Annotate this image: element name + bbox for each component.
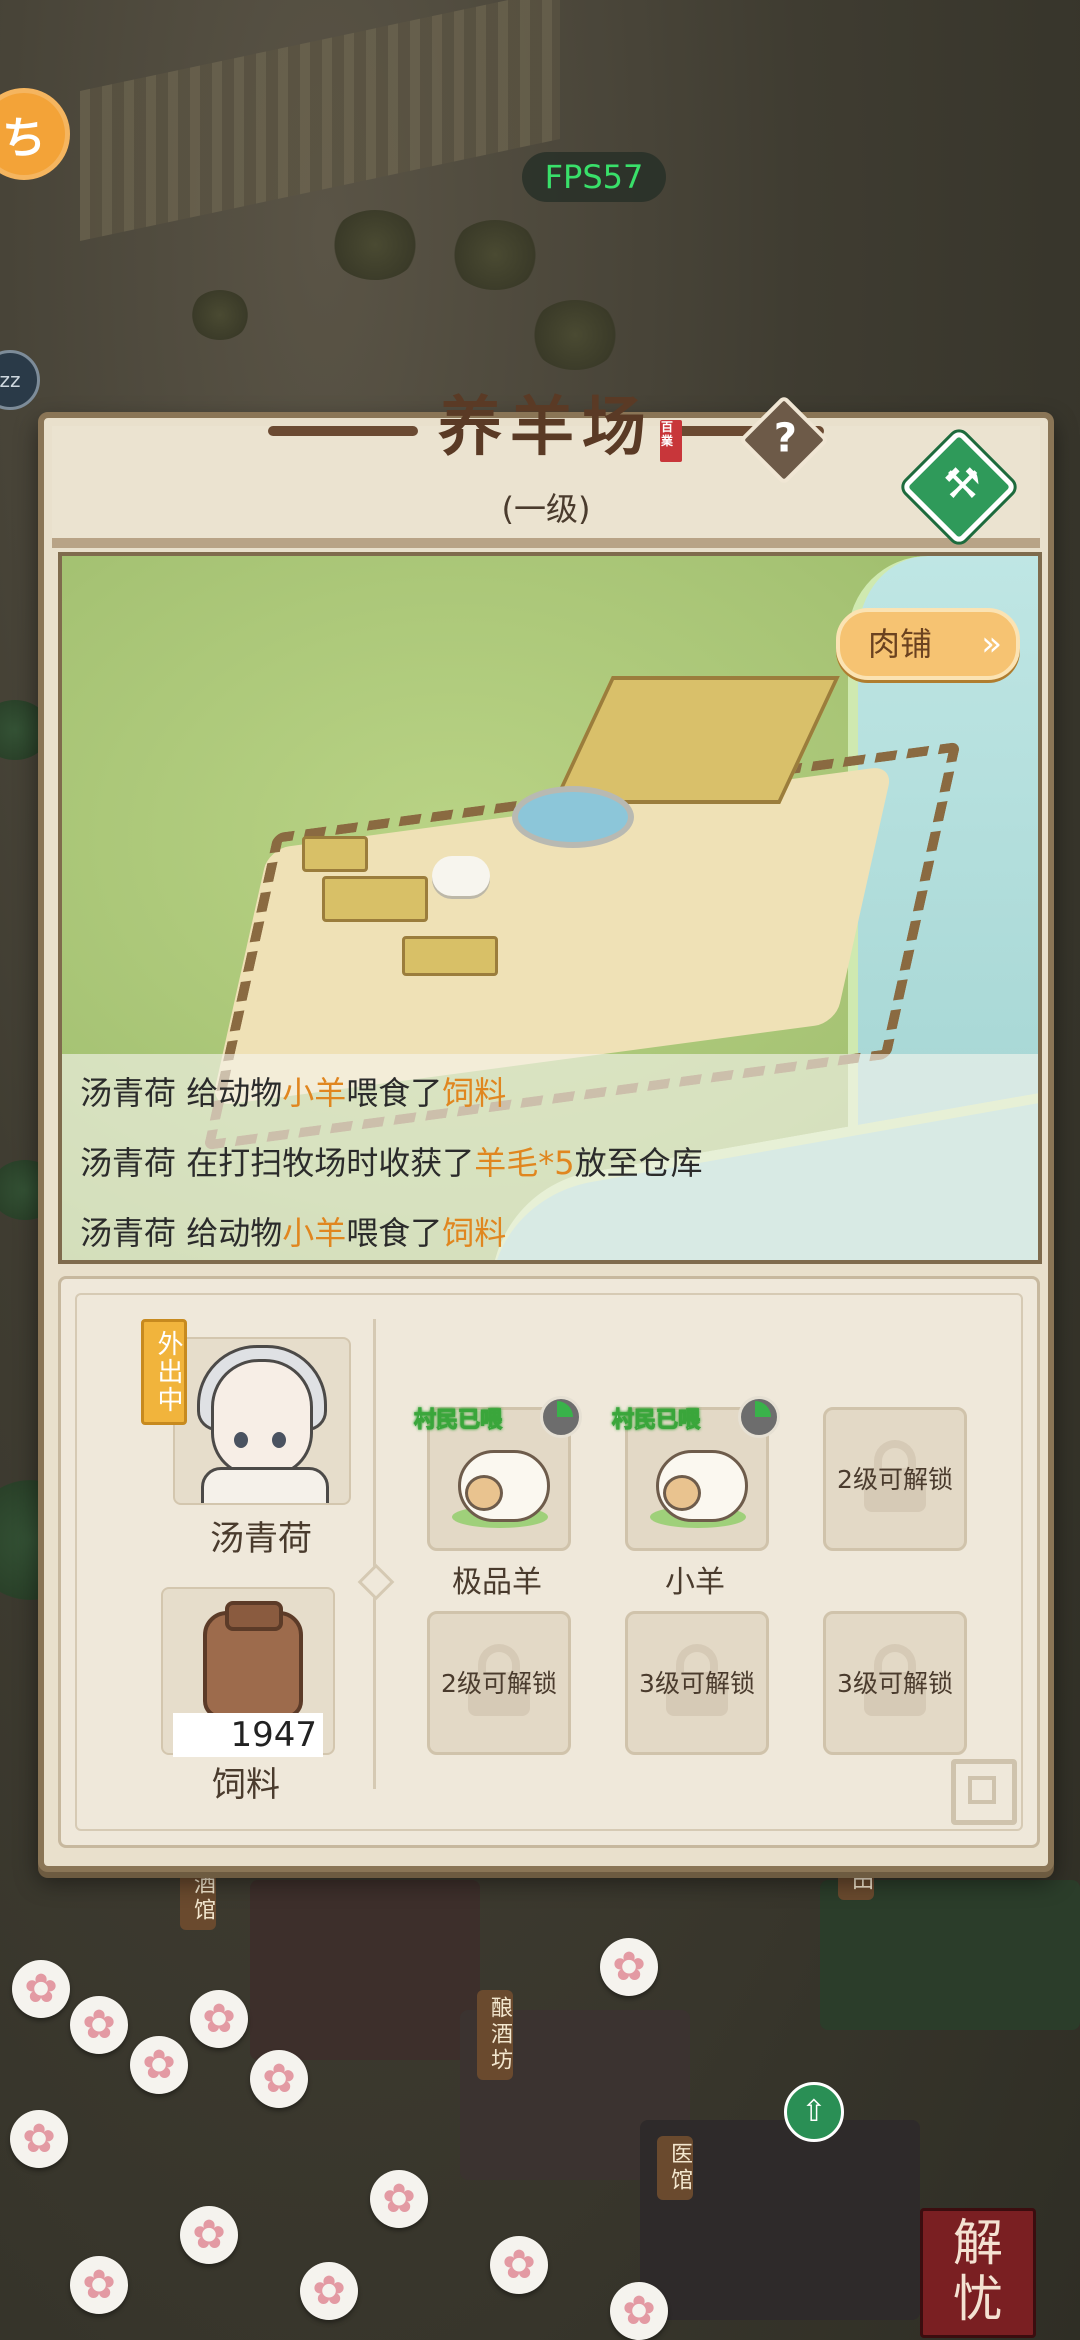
hay-bale: [302, 836, 368, 872]
feed-label: 饲料: [212, 1765, 280, 1805]
hay-bale: [402, 936, 498, 976]
flower-harvest-bubble[interactable]: [370, 2170, 428, 2228]
sheep-sprite[interactable]: [432, 856, 490, 896]
farm-scene: 肉铺 » 汤青荷 给动物小羊喂食了饲料 汤青荷 在打扫牧场时收获了羊毛*5放至仓…: [58, 552, 1042, 1264]
flower-harvest-bubble[interactable]: [250, 2050, 308, 2108]
fed-by-villager-tag: 村民已喂: [413, 1408, 503, 1434]
corner-ornament: [951, 1759, 1017, 1825]
flower-harvest-bubble[interactable]: [180, 2206, 238, 2264]
animal-slot-premium-sheep[interactable]: 村民已喂: [413, 1396, 582, 1551]
flower-harvest-bubble[interactable]: [10, 2110, 68, 2168]
premium-sheep-icon: [458, 1450, 550, 1522]
flower-harvest-bubble[interactable]: [70, 1996, 128, 2054]
double-chevron-icon: »: [981, 624, 1002, 664]
farm-management-section: 外出中 汤青荷 1947 饲料 村民已喂 极品羊 村民已喂 小羊 2级可解锁 2…: [58, 1276, 1040, 1848]
activity-log: 汤青荷 给动物小羊喂食了饲料 汤青荷 在打扫牧场时收获了羊毛*5放至仓库 汤青荷…: [62, 1054, 1038, 1260]
title-stamp: 百業: [660, 420, 682, 462]
flower-harvest-bubble[interactable]: [610, 2282, 668, 2340]
panel-header: 养羊场 百業 (一级) ? ⚒: [52, 390, 1040, 548]
tree: [450, 220, 540, 290]
animal-label: 小羊: [665, 1565, 725, 1600]
food-bubble[interactable]: [600, 1938, 658, 1996]
title-ornament: [268, 426, 418, 436]
hay-bale: [322, 876, 428, 922]
keeper-avatar[interactable]: [173, 1337, 351, 1505]
locked-slot[interactable]: 2级可解锁: [427, 1611, 571, 1755]
wooden-fence: [80, 0, 560, 242]
keeper-status-badge: 外出中: [141, 1319, 187, 1425]
panel-title: 养羊场 百業: [268, 376, 824, 468]
lamb-icon: [656, 1450, 748, 1522]
fps-counter: FPS57: [522, 152, 666, 202]
jieyou-char-2: 忧: [953, 2270, 1003, 2328]
sheep-farm-panel: 养羊场 百業 (一级) ? ⚒ 肉铺 » 汤青荷 给动物小羊喂食了饲料 汤青荷 …: [38, 390, 1054, 1872]
butcher-shop-label: 肉铺: [868, 625, 933, 663]
unlock-requirement: 3级可解锁: [639, 1669, 755, 1698]
fed-by-villager-tag: 村民已喂: [611, 1408, 701, 1434]
log-entry: 汤青荷 给动物小羊喂食了饲料: [80, 1214, 507, 1252]
flower-harvest-bubble[interactable]: [190, 1990, 248, 2048]
log-entry: 汤青荷 给动物小羊喂食了饲料: [80, 1074, 507, 1112]
flower-harvest-bubble[interactable]: [490, 2236, 548, 2294]
animal-label: 极品羊: [452, 1565, 542, 1600]
feed-bag-icon: [203, 1601, 303, 1719]
log-entry: 汤青荷 在打扫牧场时收获了羊毛*5放至仓库: [80, 1144, 703, 1182]
flower-harvest-bubble[interactable]: [12, 1960, 70, 2018]
crop-field[interactable]: [820, 1880, 1080, 2030]
tree: [530, 300, 620, 370]
level-label: (一级): [501, 490, 591, 528]
upgrade-arrow-icon[interactable]: ⇧: [784, 2082, 844, 2142]
flower-harvest-bubble[interactable]: [70, 2256, 128, 2314]
locked-slot[interactable]: 3级可解锁: [823, 1611, 967, 1755]
jieyou-char-1: 解: [953, 2214, 1003, 2272]
tavern-building[interactable]: [250, 1880, 480, 2060]
unlock-requirement: 2级可解锁: [837, 1465, 953, 1494]
water-trough: [512, 786, 634, 848]
tavern-sign[interactable]: 酒馆: [180, 1866, 216, 1930]
clinic-sign[interactable]: 医馆: [657, 2136, 693, 2200]
feed-item[interactable]: 1947: [161, 1587, 335, 1757]
tree: [330, 210, 420, 280]
hammer-icon: ⚒: [943, 459, 981, 509]
brewery-sign[interactable]: 酿酒坊: [477, 1990, 513, 2080]
butcher-shop-button[interactable]: 肉铺 »: [836, 608, 1020, 680]
flower-harvest-bubble[interactable]: [300, 2262, 358, 2320]
flower-harvest-bubble[interactable]: [130, 2036, 188, 2094]
feed-count: 1947: [173, 1713, 323, 1757]
question-icon: ?: [773, 415, 798, 462]
timer-icon: [540, 1396, 582, 1438]
tree: [190, 290, 250, 340]
unlock-requirement: 3级可解锁: [837, 1669, 953, 1698]
keeper-name: 汤青荷: [210, 1519, 312, 1559]
timer-icon: [738, 1396, 780, 1438]
locked-slot[interactable]: 3级可解锁: [625, 1611, 769, 1755]
panel-title-text: 养羊场: [438, 390, 654, 465]
animal-slot-lamb[interactable]: 村民已喂: [611, 1396, 780, 1551]
jieyou-button[interactable]: 解 忧: [920, 2208, 1036, 2338]
unlock-requirement: 2级可解锁: [441, 1669, 557, 1698]
locked-slot[interactable]: 2级可解锁: [823, 1407, 967, 1551]
